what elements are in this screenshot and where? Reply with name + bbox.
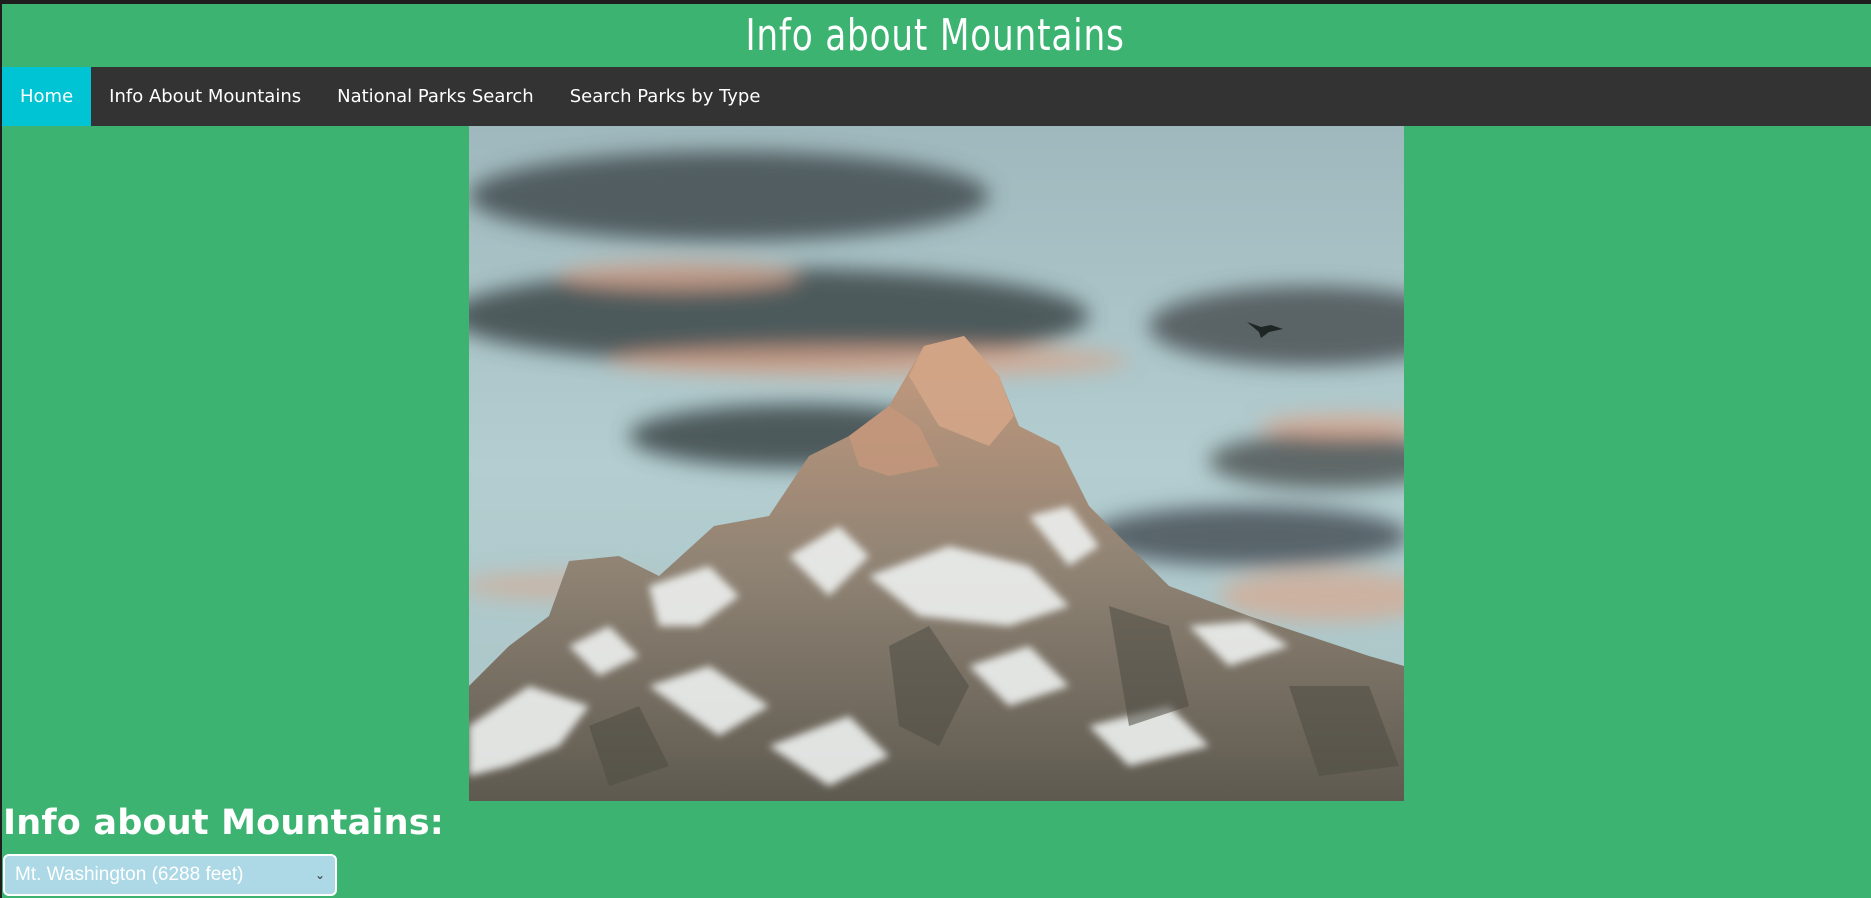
mountain-select-value: Mt. Washington (6288 feet): [15, 864, 244, 885]
site-title: Info about Mountains: [745, 10, 1126, 61]
mountain-select[interactable]: Mt. Washington (6288 feet) ⌄: [3, 854, 337, 896]
nav-item-search-parks-by-type[interactable]: Search Parks by Type: [552, 67, 779, 126]
nav-item-home[interactable]: Home: [2, 67, 92, 126]
window-left-border: [0, 0, 2, 898]
site-header: Info about Mountains: [0, 4, 1871, 67]
mountain-info-heading: Info about Mountains:: [3, 803, 444, 843]
nav-item-national-parks-search[interactable]: National Parks Search: [319, 67, 552, 126]
chevron-down-icon: ⌄: [314, 868, 325, 882]
nav-item-info-about-mountains[interactable]: Info About Mountains: [91, 67, 319, 126]
mountain-hero-image: [469, 126, 1404, 801]
main-navbar: Home Info About Mountains National Parks…: [2, 67, 1871, 126]
